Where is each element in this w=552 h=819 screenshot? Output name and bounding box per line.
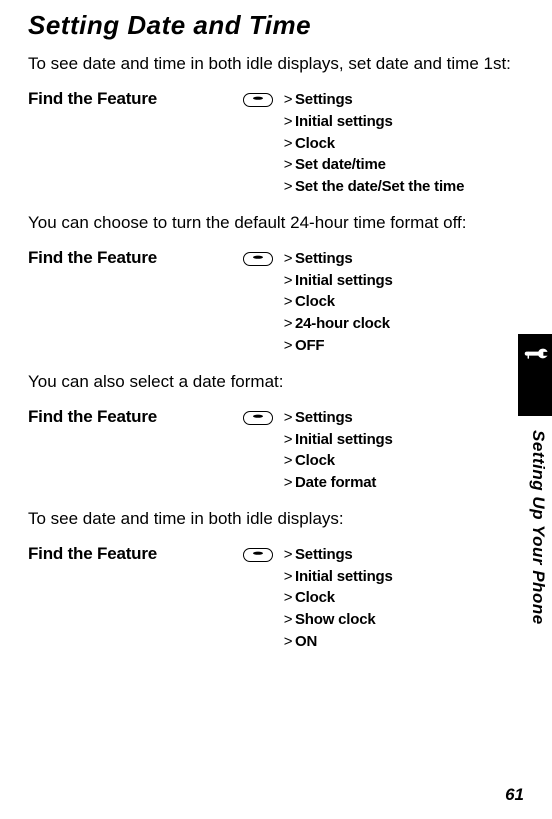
intro-text-3: You can also select a date format: [28, 371, 512, 393]
chevron-icon: > [281, 566, 295, 588]
nav-step: Initial settings [295, 111, 393, 133]
chevron-icon: > [281, 609, 295, 631]
chevron-icon: > [281, 313, 295, 335]
chevron-icon: > [281, 89, 295, 111]
chevron-icon: > [281, 631, 295, 653]
nav-step: Initial settings [295, 429, 393, 451]
menu-key-icon [243, 411, 273, 425]
feature-block-3: Find the Feature > Settings >Initial set… [28, 407, 512, 494]
chevron-icon: > [281, 544, 295, 566]
nav-step: Settings [295, 407, 353, 429]
nav-step: OFF [295, 335, 324, 357]
nav-step: 24-hour clock [295, 313, 390, 335]
nav-path-3: > Settings >Initial settings >Clock >Dat… [243, 407, 512, 494]
nav-path-4: > Settings >Initial settings >Clock >Sho… [243, 544, 512, 653]
nav-path-2: > Settings >Initial settings >Clock >24-… [243, 248, 512, 357]
section-side-label: Setting Up Your Phone [528, 430, 548, 625]
chevron-icon: > [281, 472, 295, 494]
nav-step: Initial settings [295, 566, 393, 588]
menu-key-icon [243, 93, 273, 107]
chevron-icon: > [281, 291, 295, 313]
intro-text-1: To see date and time in both idle displa… [28, 53, 512, 75]
page-number: 61 [505, 785, 524, 805]
chevron-icon: > [281, 176, 295, 198]
chevron-icon: > [281, 429, 295, 451]
chevron-icon: > [281, 407, 295, 429]
nav-step: Clock [295, 587, 335, 609]
nav-step: Clock [295, 450, 335, 472]
feature-label: Find the Feature [28, 248, 243, 268]
nav-step: Settings [295, 89, 353, 111]
chevron-icon: > [281, 450, 295, 472]
feature-label: Find the Feature [28, 89, 243, 109]
feature-block-2: Find the Feature > Settings >Initial set… [28, 248, 512, 357]
chevron-icon: > [281, 111, 295, 133]
nav-path-1: > Settings >Initial settings >Clock >Set… [243, 89, 512, 198]
feature-label: Find the Feature [28, 407, 243, 427]
chevron-icon: > [281, 270, 295, 292]
nav-step: ON [295, 631, 317, 653]
section-tab [518, 334, 552, 416]
intro-text-2: You can choose to turn the default 24-ho… [28, 212, 512, 234]
nav-step: Date format [295, 472, 376, 494]
chevron-icon: > [281, 335, 295, 357]
feature-block-4: Find the Feature > Settings >Initial set… [28, 544, 512, 653]
chevron-icon: > [281, 587, 295, 609]
nav-step: Show clock [295, 609, 376, 631]
nav-step: Set date/time [295, 154, 386, 176]
menu-key-icon [243, 252, 273, 266]
chevron-icon: > [281, 133, 295, 155]
nav-step: Settings [295, 544, 353, 566]
intro-text-4: To see date and time in both idle displa… [28, 508, 512, 530]
nav-step: Clock [295, 291, 335, 313]
feature-label: Find the Feature [28, 544, 243, 564]
page-title: Setting Date and Time [28, 10, 512, 41]
nav-step: Set the date/Set the time [295, 176, 464, 198]
nav-step: Settings [295, 248, 353, 270]
nav-step: Initial settings [295, 270, 393, 292]
manual-page: Setting Date and Time To see date and ti… [0, 0, 552, 819]
nav-step: Clock [295, 133, 335, 155]
wrench-icon [516, 337, 552, 374]
chevron-icon: > [281, 154, 295, 176]
feature-block-1: Find the Feature > Settings >Initial set… [28, 89, 512, 198]
chevron-icon: > [281, 248, 295, 270]
menu-key-icon [243, 548, 273, 562]
